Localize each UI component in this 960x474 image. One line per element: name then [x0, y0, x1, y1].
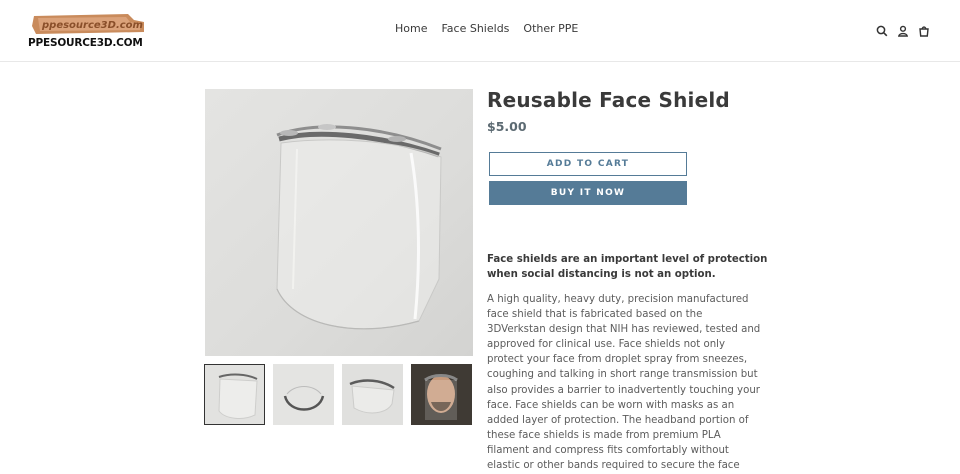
- logo-graphic: ppesource3D.com: [32, 14, 144, 34]
- description-line: filament and compress fits comfortably w…: [487, 444, 729, 456]
- header-icons: [876, 23, 930, 37]
- thumbnail-side[interactable]: [342, 364, 403, 425]
- account-icon[interactable]: [897, 23, 909, 37]
- thumbnail-top[interactable]: [273, 364, 334, 425]
- description-lead-line: when social distancing is not an option.: [487, 269, 716, 280]
- thumbnail-front[interactable]: [204, 364, 265, 425]
- thumbnail-strip: [204, 364, 472, 425]
- description-line: 3DVerkstan design that NIH has reviewed,…: [487, 324, 761, 336]
- description-line: also provides a barrier to inadvertently…: [487, 384, 760, 396]
- search-icon[interactable]: [876, 23, 888, 37]
- product-title: Reusable Face Shield: [487, 88, 730, 112]
- description-line: approved for clinical use. Face shields …: [487, 339, 726, 351]
- product-price: $5.00: [487, 119, 527, 134]
- face-shield-illustration: [276, 124, 442, 330]
- nav-face-shields[interactable]: Face Shields: [441, 22, 509, 35]
- description-lead-line: Face shields are an important level of p…: [487, 254, 768, 265]
- logo-text: PPESOURCE3D.COM: [28, 37, 143, 49]
- nav-other-ppe[interactable]: Other PPE: [523, 22, 578, 35]
- description-line: face. Face shields can be worn with mask…: [487, 399, 735, 411]
- buy-it-now-button[interactable]: BUY IT NOW: [489, 181, 687, 205]
- thumbnail-worn[interactable]: [411, 364, 472, 425]
- description-line: these face shields is made from premium …: [487, 429, 721, 441]
- site-logo[interactable]: ppesource3D.com PPESOURCE3D.COM: [28, 12, 148, 50]
- description-line: added layer of protection. The headband …: [487, 414, 749, 426]
- description-line: A high quality, heavy duty, precision ma…: [487, 294, 749, 305]
- nav-home[interactable]: Home: [395, 22, 427, 35]
- main-nav: Home Face Shields Other PPE: [395, 22, 578, 35]
- logo-graphic-text: ppesource3D.com: [41, 20, 143, 31]
- description-line: elastic or other bands required to secur…: [487, 460, 740, 472]
- description-body: A high quality, heavy duty, precision ma…: [487, 292, 761, 473]
- description-line: face shield that is fabricated based on …: [487, 309, 703, 321]
- product-main-image[interactable]: [205, 89, 473, 356]
- add-to-cart-button[interactable]: ADD TO CART: [489, 152, 687, 176]
- site-header: ppesource3D.com PPESOURCE3D.COM Home Fac…: [0, 0, 960, 62]
- description-line: protect your face from droplet spray fro…: [487, 354, 748, 366]
- description-line: coughing and talking in short range tran…: [487, 369, 758, 381]
- description-lead: Face shields are an important level of p…: [487, 252, 768, 282]
- cart-icon[interactable]: [918, 23, 930, 37]
